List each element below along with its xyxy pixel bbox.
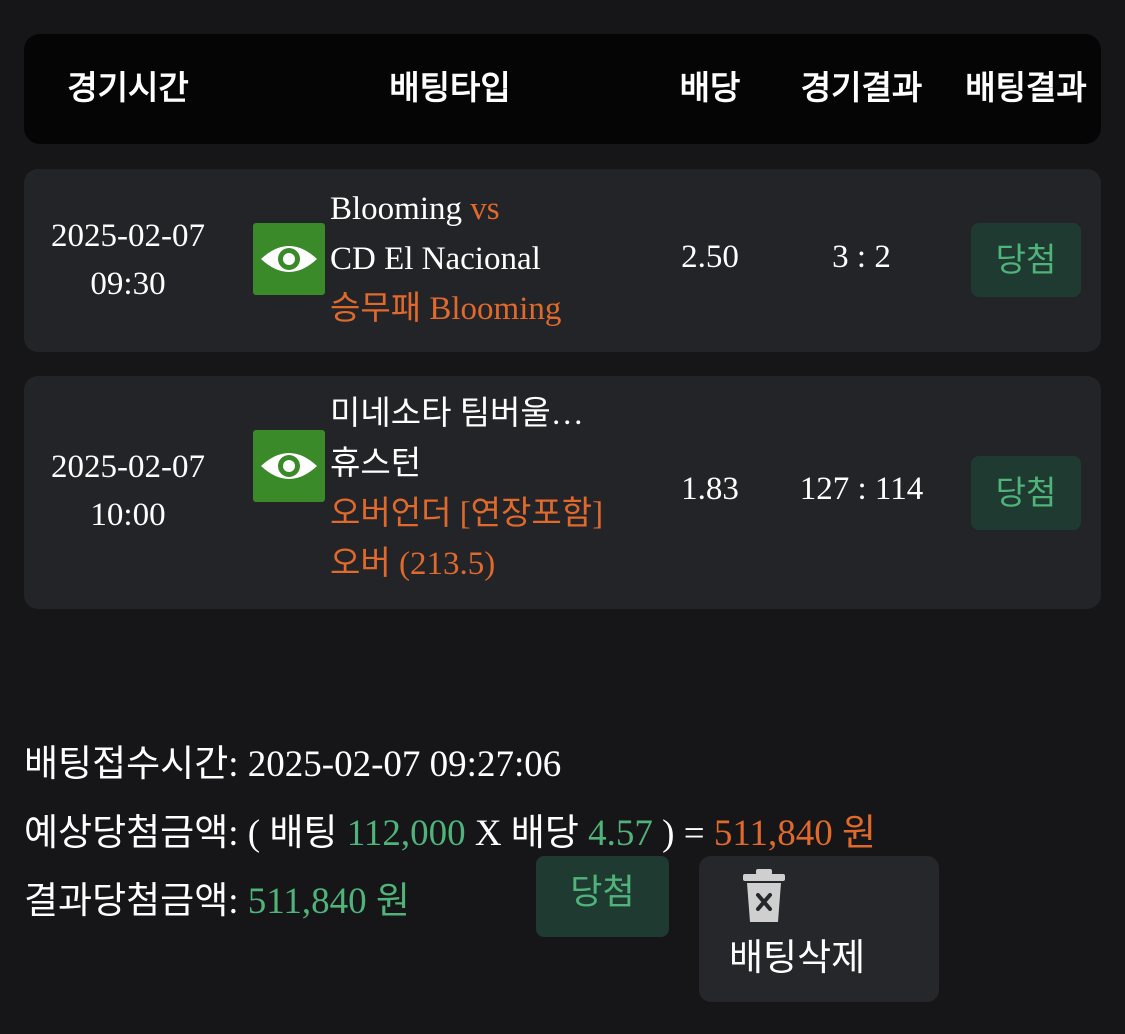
game-time: 09:30 [90, 266, 166, 302]
pick-name: Blooming [429, 291, 562, 327]
game-date: 2025-02-07 [51, 218, 205, 254]
total-odds: 4.57 [588, 813, 653, 854]
odds-value: 1.83 [681, 471, 739, 507]
expected-open: ( 배팅 [247, 813, 338, 854]
bet-table-header: 경기시간 배팅타입 배당 경기결과 배팅결과 [24, 34, 1101, 144]
bet-type-details: Blooming vs CD El Nacional 승무패 Blooming [330, 184, 561, 334]
bet-type-details: 미네소타 팀버울… 휴스턴 오버언더 [연장포함] 오버 (213.5) [330, 389, 603, 589]
game-datetime: 2025-02-07 10:00 [24, 443, 232, 539]
pick-name: 오버 (213.5) [330, 546, 496, 582]
market-name: 오버언더 [연장포함] [330, 496, 604, 532]
delete-bet-label: 배팅삭제 [729, 936, 866, 979]
away-team: CD El Nacional [330, 241, 541, 277]
game-date: 2025-02-07 [51, 449, 205, 485]
trash-icon [741, 868, 787, 928]
home-team: 미네소타 팀버울… [330, 396, 584, 432]
expected-close: ) = [662, 813, 705, 854]
home-team: Blooming [330, 191, 463, 227]
stake-amount: 112,000 [346, 813, 466, 854]
match-score: 127 : 114 [799, 471, 924, 507]
header-bet-result: 배팅결과 [965, 68, 1087, 107]
match-score: 3 : 2 [832, 239, 891, 275]
result-label: 결과당첨금액: [24, 881, 239, 922]
header-match-result: 경기결과 [800, 68, 923, 107]
vs-label: vs [470, 191, 500, 227]
expected-label: 예상당첨금액: [24, 813, 239, 854]
game-datetime: 2025-02-07 09:30 [24, 212, 232, 308]
eye-icon[interactable] [253, 223, 325, 295]
bet-result-badge: 당첨 [971, 456, 1081, 530]
bet-received-time: 배팅접수시간: 2025-02-07 09:27:06 [24, 733, 561, 787]
header-odds: 배당 [679, 68, 741, 107]
market-name: 승무패 [330, 291, 422, 327]
expected-amount: 511,840 원 [713, 813, 877, 854]
odds-value: 2.50 [681, 239, 739, 275]
away-team: 휴스턴 [330, 446, 422, 482]
eye-icon[interactable] [253, 430, 325, 502]
result-winnings: 결과당첨금액: 511,840 원 [24, 870, 410, 924]
game-time: 10:00 [90, 497, 166, 533]
header-game-time: 경기시간 [67, 68, 189, 107]
status-badge: 당첨 [536, 856, 669, 937]
delete-bet-button[interactable]: 배팅삭제 [699, 856, 939, 1002]
bet-row: 2025-02-07 09:30 Blooming vs CD El Nacio… [24, 169, 1101, 352]
bet-time-value: 2025-02-07 09:27:06 [247, 744, 562, 785]
bet-time-label: 배팅접수시간: [24, 744, 239, 785]
expected-winnings: 예상당첨금액: ( 배팅 112,000 X 배당 4.57 ) = 511,8… [24, 802, 876, 856]
header-bet-type: 배팅타입 [389, 68, 511, 107]
bet-result-badge: 당첨 [971, 223, 1081, 297]
times-label: X 배당 [474, 813, 579, 854]
result-amount: 511,840 원 [247, 881, 410, 922]
bet-row: 2025-02-07 10:00 미네소타 팀버울… 휴스턴 오버언더 [연장포… [24, 376, 1101, 609]
